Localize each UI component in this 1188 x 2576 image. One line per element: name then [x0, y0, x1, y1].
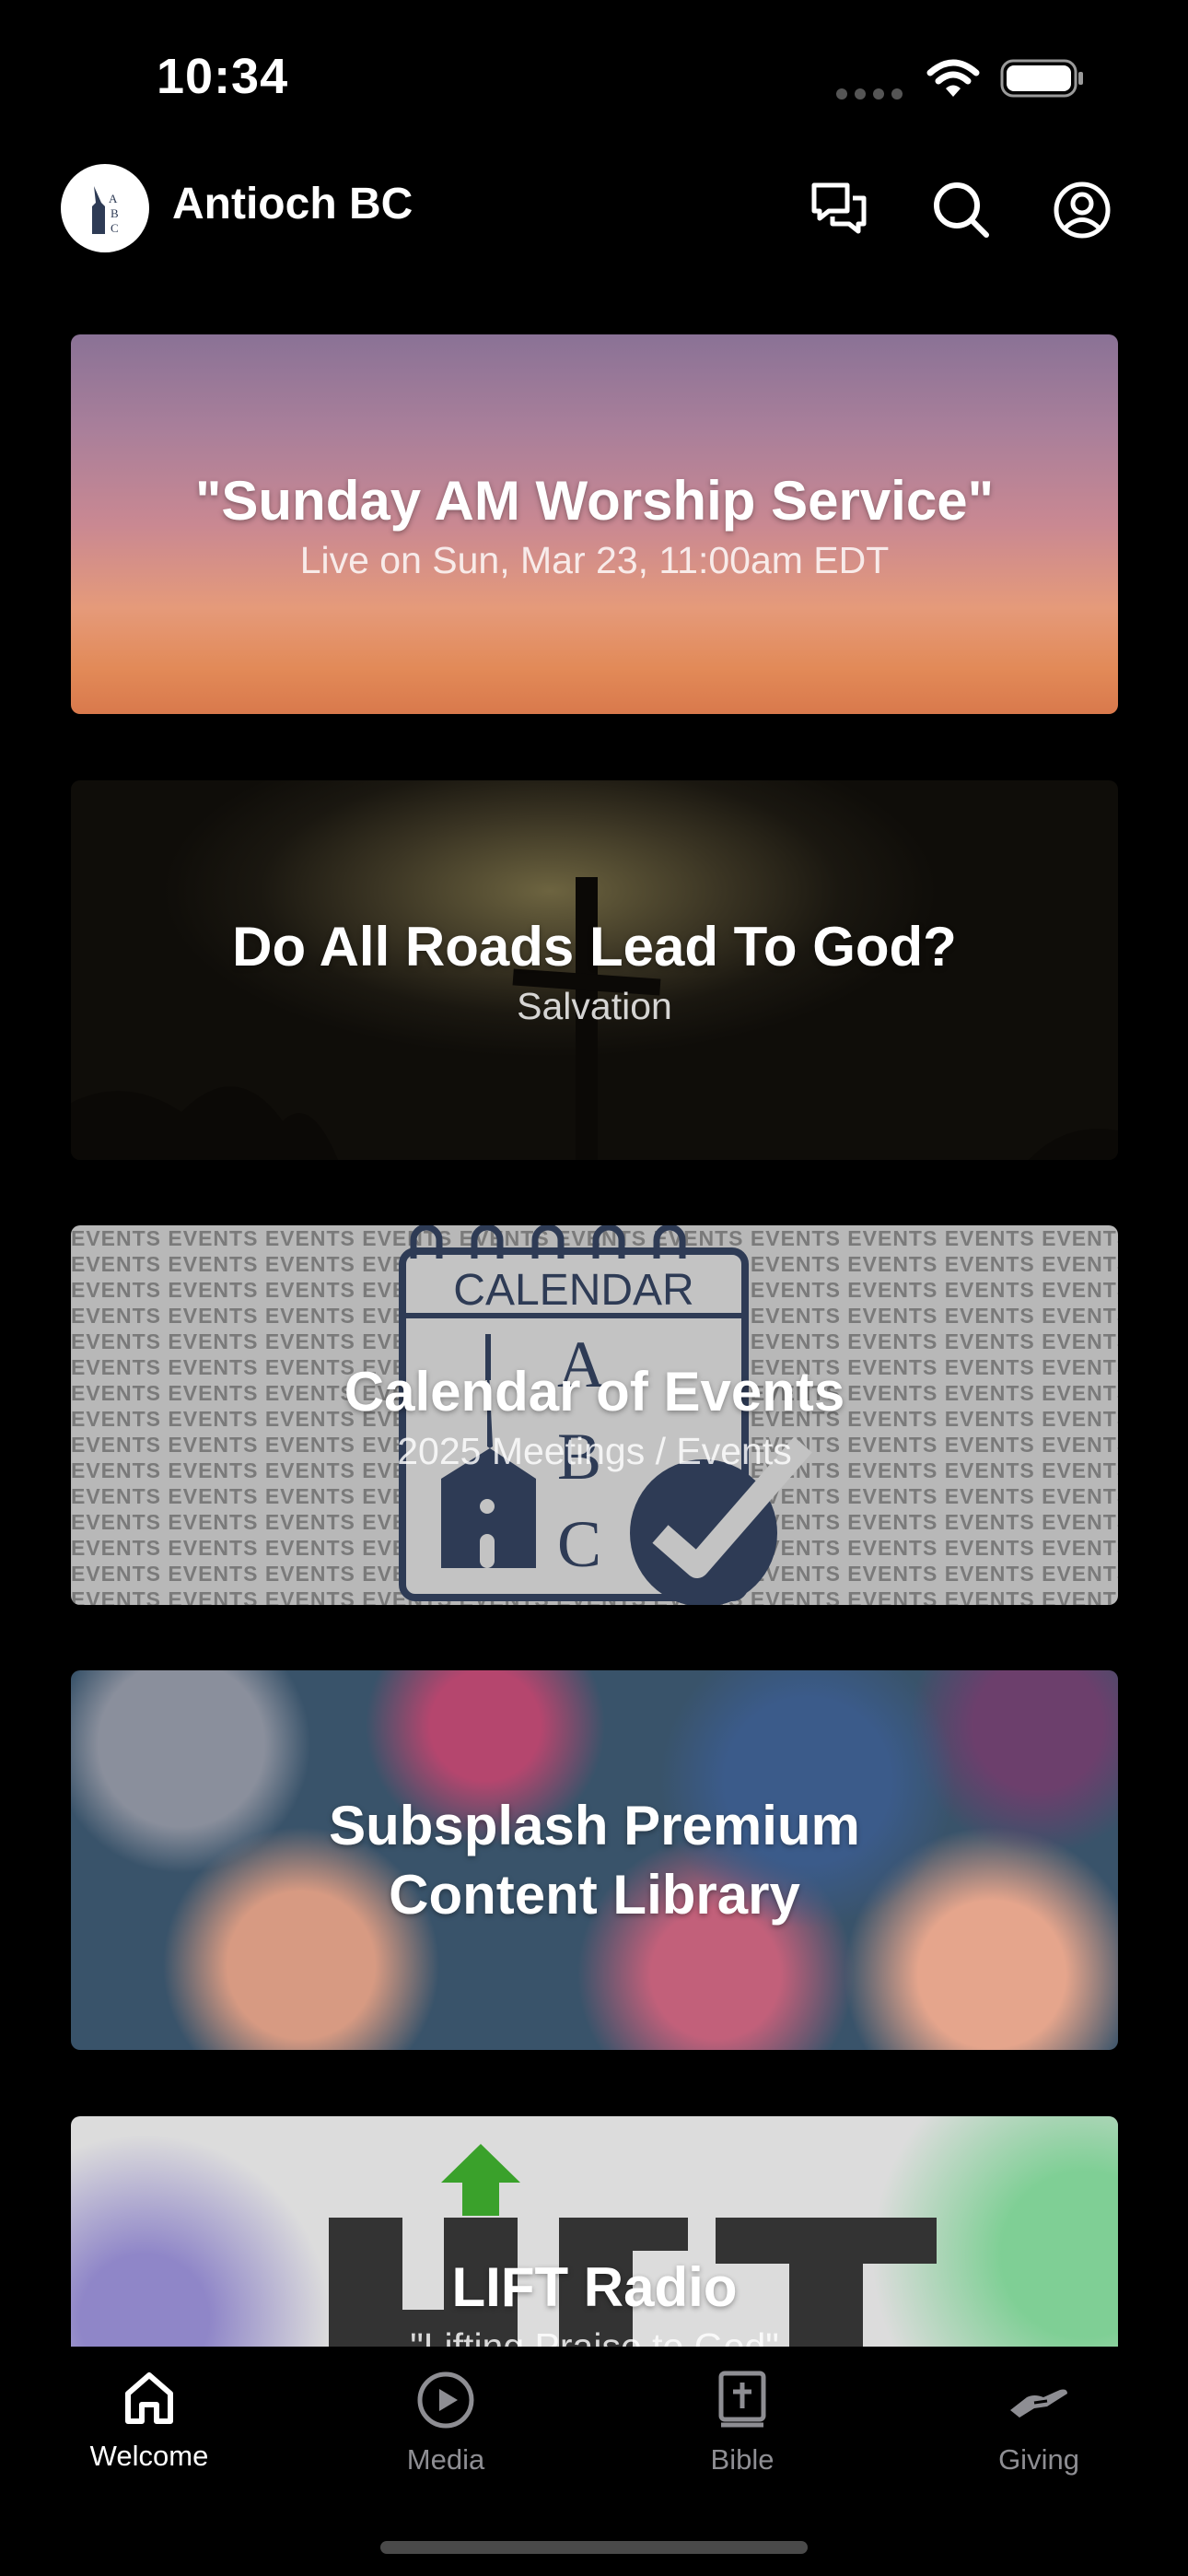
app-header: A B C Antioch BC — [0, 157, 1188, 267]
profile-icon — [1054, 181, 1111, 239]
card-sunday-worship[interactable]: "Sunday AM Worship Service" Live on Sun,… — [71, 334, 1118, 714]
wifi-icon — [926, 59, 980, 97]
app-title: Antioch BC — [172, 180, 413, 228]
bible-icon — [718, 2371, 766, 2428]
search-button[interactable] — [926, 175, 996, 245]
cellular-signal-icon — [836, 66, 903, 100]
tab-label: Media — [406, 2443, 485, 2476]
chat-button[interactable] — [804, 175, 874, 245]
home-icon — [125, 2372, 173, 2424]
church-logo-icon: A B C — [92, 186, 119, 235]
card-calendar-events[interactable]: EVENTS EVENTS EVENTS EVENTS EVENTS EVENT… — [71, 1225, 1118, 1605]
tab-bible[interactable]: Bible — [650, 2370, 834, 2476]
card-lift-radio[interactable]: LIFT Radio "Lifting Praise to God" — [71, 2116, 1118, 2347]
tab-label: Welcome — [89, 2440, 209, 2472]
card-title: Calendar of Events — [344, 1361, 845, 1423]
card-title: LIFT Radio — [451, 2256, 738, 2318]
svg-text:B: B — [111, 206, 119, 220]
card-title: "Sunday AM Worship Service" — [194, 470, 995, 532]
battery-icon — [1000, 59, 1083, 98]
card-premium-library[interactable]: Subsplash Premium Content Library — [71, 1670, 1118, 2050]
chat-icon — [811, 182, 867, 234]
tab-label: Giving — [998, 2443, 1079, 2476]
status-icons — [836, 57, 1085, 100]
tab-giving[interactable]: Giving — [947, 2370, 1131, 2476]
home-indicator[interactable] — [380, 2541, 808, 2554]
svg-text:A: A — [109, 192, 118, 205]
card-title: Do All Roads Lead To God? — [232, 916, 957, 978]
status-time: 10:34 — [157, 49, 289, 104]
church-logo[interactable]: A B C — [61, 164, 149, 252]
card-title: Subsplash Premium Content Library — [329, 1795, 860, 1926]
svg-text:C: C — [111, 221, 119, 235]
giving-hand-icon — [1010, 2389, 1067, 2418]
tab-media[interactable]: Media — [354, 2370, 538, 2476]
card-all-roads[interactable]: Do All Roads Lead To God? Salvation — [71, 780, 1118, 1160]
card-subtitle: 2025 Meetings / Events — [397, 1430, 792, 1472]
card-subtitle: Salvation — [517, 985, 672, 1027]
card-subtitle: "Lifting Praise to God" — [410, 2325, 779, 2347]
play-circle-icon — [417, 2371, 474, 2429]
profile-button[interactable] — [1047, 175, 1117, 245]
search-icon — [934, 182, 989, 238]
tab-welcome[interactable]: Welcome — [57, 2370, 241, 2473]
card-subtitle: Live on Sun, Mar 23, 11:00am EDT — [299, 539, 890, 581]
tab-label: Bible — [710, 2443, 775, 2476]
